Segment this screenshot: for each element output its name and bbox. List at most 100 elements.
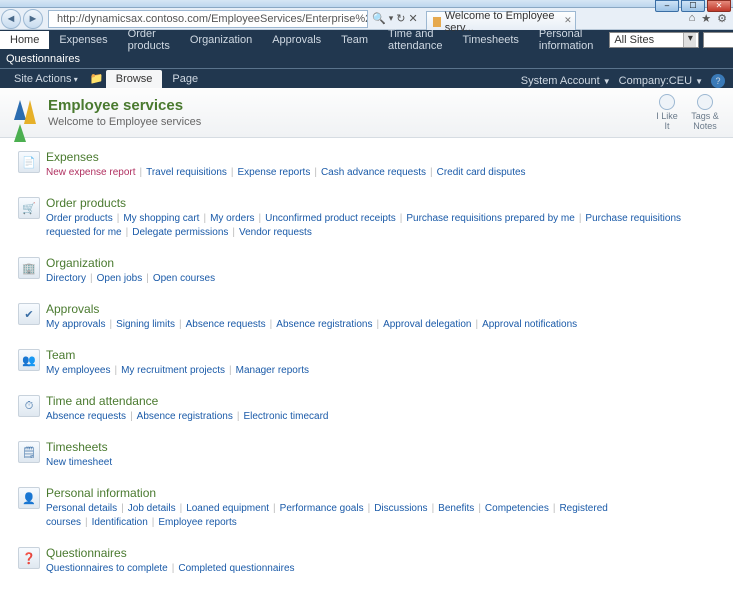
link-discussions[interactable]: Discussions xyxy=(374,503,427,514)
link-performance-goals[interactable]: Performance goals xyxy=(280,503,364,514)
link-absence-registrations[interactable]: Absence registrations xyxy=(137,411,233,422)
link-absence-registrations[interactable]: Absence registrations xyxy=(276,319,372,330)
window-close-button[interactable]: ✕ xyxy=(707,0,731,12)
section-links: My employees|My recruitment projects|Man… xyxy=(46,364,715,378)
stop-icon[interactable]: ✕ xyxy=(408,12,417,25)
tab-title: Welcome to Employee serv... xyxy=(445,10,559,34)
link-my-shopping-cart[interactable]: My shopping cart xyxy=(123,213,199,224)
minimize-button[interactable]: – xyxy=(655,0,679,12)
section-title: Time and attendance xyxy=(46,394,715,408)
address-bar: ◄ ► http://dynamicsax.contoso.com/Employ… xyxy=(0,8,733,30)
link-cash-advance-requests[interactable]: Cash advance requests xyxy=(321,167,426,178)
help-icon[interactable]: ? xyxy=(711,74,725,88)
site-selector-label: All Sites xyxy=(614,34,654,46)
like-button[interactable]: I Like It xyxy=(653,94,681,131)
link-my-orders[interactable]: My orders xyxy=(210,213,254,224)
link-delegate-permissions[interactable]: Delegate permissions xyxy=(132,227,228,238)
section-links: Absence requests|Absence registrations|E… xyxy=(46,410,715,424)
section-questionnaires: ❓QuestionnairesQuestionnaires to complet… xyxy=(18,546,715,576)
link-directory[interactable]: Directory xyxy=(46,273,86,284)
refresh-icon[interactable]: ↻ xyxy=(396,12,405,25)
section-timesheets: 🗒TimesheetsNew timesheet xyxy=(18,440,715,470)
link-new-timesheet[interactable]: New timesheet xyxy=(46,457,112,468)
link-travel-requisitions[interactable]: Travel requisitions xyxy=(146,167,227,178)
navigate-up-icon[interactable]: 📁 xyxy=(88,72,106,88)
section-title: Expenses xyxy=(46,150,715,164)
link-credit-card-disputes[interactable]: Credit card disputes xyxy=(437,167,526,178)
company-menu[interactable]: Company:CEU ▼ xyxy=(619,75,703,87)
nav-tab-expenses[interactable]: Expenses xyxy=(49,31,117,49)
link-employee-reports[interactable]: Employee reports xyxy=(158,517,236,528)
section-icon: ✔ xyxy=(18,303,40,325)
top-nav-row2: Questionnaires xyxy=(0,50,733,68)
site-selector[interactable]: All Sites xyxy=(609,32,699,48)
link-loaned-equipment[interactable]: Loaned equipment xyxy=(186,503,269,514)
nav-tab-order-products[interactable]: Order products xyxy=(118,25,180,55)
site-actions-menu[interactable]: Site Actions xyxy=(4,70,88,88)
link-open-courses[interactable]: Open courses xyxy=(153,273,215,284)
link-expense-reports[interactable]: Expense reports xyxy=(238,167,311,178)
favorites-icon[interactable]: ★ xyxy=(701,12,711,25)
nav-tab-time-and-attendance[interactable]: Time and attendance xyxy=(378,25,452,55)
link-my-recruitment-projects[interactable]: My recruitment projects xyxy=(121,365,225,376)
section-links: New expense report|Travel requisitions|E… xyxy=(46,166,715,180)
forward-button[interactable]: ► xyxy=(23,9,43,29)
link-order-products[interactable]: Order products xyxy=(46,213,113,224)
tags-notes-button[interactable]: Tags & Notes xyxy=(691,94,719,131)
ribbon-tab-browse[interactable]: Browse xyxy=(106,70,163,88)
link-approval-notifications[interactable]: Approval notifications xyxy=(482,319,577,330)
nav-tab-timesheets[interactable]: Timesheets xyxy=(452,31,528,49)
link-absence-requests[interactable]: Absence requests xyxy=(46,411,126,422)
link-my-approvals[interactable]: My approvals xyxy=(46,319,105,330)
section-icon: 👤 xyxy=(18,487,40,509)
link-approval-delegation[interactable]: Approval delegation xyxy=(383,319,471,330)
nav-tab-home[interactable]: Home xyxy=(0,31,49,49)
page-header: Employee services Welcome to Employee se… xyxy=(0,88,733,138)
section-icon: 🗒 xyxy=(18,441,40,463)
nav-tab-organization[interactable]: Organization xyxy=(180,31,262,49)
section-icon: 🛒 xyxy=(18,197,40,219)
section-links: Directory|Open jobs|Open courses xyxy=(46,272,715,286)
link-identification[interactable]: Identification xyxy=(92,517,148,528)
link-manager-reports[interactable]: Manager reports xyxy=(236,365,309,376)
link-electronic-timecard[interactable]: Electronic timecard xyxy=(243,411,328,422)
section-icon: 🏢 xyxy=(18,257,40,279)
nav-tab-approvals[interactable]: Approvals xyxy=(262,31,331,49)
link-questionnaires-to-complete[interactable]: Questionnaires to complete xyxy=(46,563,168,574)
link-signing-limits[interactable]: Signing limits xyxy=(116,319,175,330)
link-vendor-requests[interactable]: Vendor requests xyxy=(239,227,312,238)
section-expenses: 📄ExpensesNew expense report|Travel requi… xyxy=(18,150,715,180)
link-competencies[interactable]: Competencies xyxy=(485,503,549,514)
link-my-employees[interactable]: My employees xyxy=(46,365,110,376)
section-time-and-attendance: ⏱Time and attendanceAbsence requests|Abs… xyxy=(18,394,715,424)
back-button[interactable]: ◄ xyxy=(1,9,21,29)
restore-button[interactable]: ☐ xyxy=(681,0,705,12)
tab-close-icon[interactable]: ✕ xyxy=(564,15,572,26)
link-completed-questionnaires[interactable]: Completed questionnaires xyxy=(178,563,294,574)
top-nav: HomeExpensesOrder productsOrganizationAp… xyxy=(0,30,733,50)
link-absence-requests[interactable]: Absence requests xyxy=(186,319,266,330)
home-icon[interactable]: ⌂ xyxy=(689,12,696,25)
link-new-expense-report[interactable]: New expense report xyxy=(46,167,136,178)
link-benefits[interactable]: Benefits xyxy=(438,503,474,514)
link-unconfirmed-product-receipts[interactable]: Unconfirmed product receipts xyxy=(265,213,396,224)
browser-tab[interactable]: Welcome to Employee serv... ✕ xyxy=(426,11,576,30)
search-icon[interactable]: 🔍 xyxy=(372,12,386,25)
link-purchase-requisitions-prepared-by-me[interactable]: Purchase requisitions prepared by me xyxy=(406,213,574,224)
section-team: 👥TeamMy employees|My recruitment project… xyxy=(18,348,715,378)
section-order-products: 🛒Order productsOrder products|My shoppin… xyxy=(18,196,715,240)
nav-tab-team[interactable]: Team xyxy=(331,31,378,49)
tools-icon[interactable]: ⚙ xyxy=(717,12,727,25)
tab-favicon-icon xyxy=(433,17,441,27)
url-input[interactable]: http://dynamicsax.contoso.com/EmployeeSe… xyxy=(48,10,368,28)
logo-icon xyxy=(14,100,40,126)
link-open-jobs[interactable]: Open jobs xyxy=(97,273,143,284)
ribbon-tab-page[interactable]: Page xyxy=(162,70,208,88)
section-title: Questionnaires xyxy=(46,546,715,560)
link-job-details[interactable]: Job details xyxy=(128,503,176,514)
search-input[interactable] xyxy=(703,32,733,48)
nav-tab-questionnaires[interactable]: Questionnaires xyxy=(6,53,80,65)
account-menu[interactable]: System Account ▼ xyxy=(521,75,611,87)
link-personal-details[interactable]: Personal details xyxy=(46,503,117,514)
section-title: Personal information xyxy=(46,486,715,500)
